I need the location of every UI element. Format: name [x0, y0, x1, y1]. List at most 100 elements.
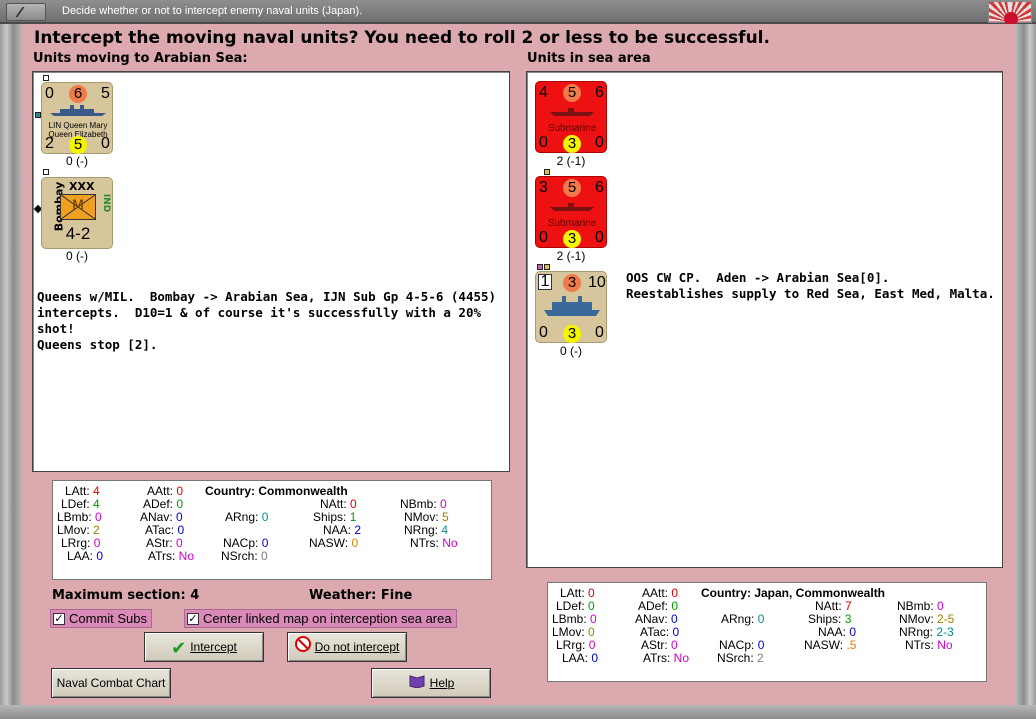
unit-marker-icon — [544, 264, 550, 270]
unit-counter-submarine-2[interactable]: 3 5 6 Submarine 0 3 0 — [535, 176, 607, 248]
stat-aatt: AAtt: 0 — [642, 586, 679, 600]
unit-caption: 2 (-1) — [556, 154, 586, 168]
stat-nrng: NRng: 2-3 — [899, 625, 954, 639]
stat-natt: NAtt: 0 — [320, 497, 357, 511]
moving-units-panel: 0 6 5 LIN Queen Mary Queen Elizabeth 2 5… — [32, 71, 510, 472]
stat-adef: ADef: 0 — [143, 497, 184, 511]
stat-ships: Ships: 3 — [808, 612, 852, 626]
unit-counter-bombay[interactable]: Bombay XXX M IND 4-2 — [41, 177, 113, 249]
stat-nsrch: NSrch: 0 — [221, 549, 268, 563]
center-map-checkbox[interactable]: ✓ Center linked map on interception sea a… — [184, 609, 457, 628]
unit-caption: 0 (-) — [66, 249, 88, 263]
stat-arng: ARng: 0 — [225, 510, 269, 524]
counter-stat: 6 — [595, 84, 604, 101]
stat-lmov: LMov: 0 — [552, 625, 595, 639]
japan-flag-icon — [988, 1, 1032, 26]
stat-astr: AStr: 0 — [641, 638, 678, 652]
player-notes: OOS CW CP. Aden -> Arabian Sea[0]. Reest… — [626, 270, 995, 301]
stat-ntrs: NTrs: No — [905, 638, 953, 652]
stat-latt: LAtt: 0 — [560, 586, 595, 600]
unit-marker-icon — [43, 169, 49, 175]
no-entry-icon — [294, 634, 311, 662]
player-notes: Queens w/MIL. Bombay -> Arabian Sea, IJN… — [37, 289, 497, 352]
intercept-button[interactable]: ✔ Intercept — [144, 632, 264, 662]
counter-name: LIN Queen Mary — [48, 121, 108, 130]
checkmark-icon: ✓ — [187, 613, 199, 625]
stat-nbmb: NBmb: 0 — [400, 497, 447, 511]
branch-letter: M — [72, 198, 85, 214]
counter-stat: 4 — [539, 84, 548, 101]
counter-stat: 0 — [539, 229, 548, 246]
unit-marker-icon — [43, 75, 49, 81]
stat-adef: ADef: 0 — [638, 599, 679, 613]
stat-latt: LAtt: 4 — [65, 484, 100, 498]
counter-stat: 1 — [538, 274, 552, 290]
counter-stat: 0 — [595, 134, 604, 151]
stat-lrrg: LRrg: 0 — [556, 638, 596, 652]
do-not-intercept-button[interactable]: Do not intercept — [287, 632, 407, 662]
help-button[interactable]: Help — [371, 668, 491, 698]
max-section-label: Maximum section: 4 — [52, 588, 200, 603]
stat-atac: ATac: 0 — [640, 625, 680, 639]
dialog-heading: Intercept the moving naval units? You ne… — [34, 28, 770, 48]
stat-lbmb: LBmb: 0 — [57, 510, 102, 524]
mech-symbol-icon: M — [60, 194, 96, 220]
stat-ldef: LDef: 0 — [556, 599, 595, 613]
naval-combat-chart-button[interactable]: Naval Combat Chart — [51, 668, 171, 698]
counter-stat: 3 — [563, 325, 581, 343]
frame-left — [0, 24, 22, 719]
counter-stat: 3 — [563, 135, 581, 153]
unit-counter-queens[interactable]: 0 6 5 LIN Queen Mary Queen Elizabeth 2 5… — [41, 82, 113, 154]
sea-area-stats: LAtt: 0 LDef: 0 LBmb: 0 LMov: 0 LRrg: 0 … — [547, 582, 987, 682]
counter-stat: 0 — [595, 324, 604, 341]
stat-nacp: NACp: 0 — [719, 638, 765, 652]
window-menu-button[interactable] — [6, 3, 46, 21]
unit-caption: 2 (-1) — [556, 249, 586, 263]
unit-counter-cp[interactable]: 1 3 10 0 3 0 — [535, 271, 607, 343]
moving-units-stats: LAtt: 4 LDef: 4 LBmb: 0 LMov: 2 LRrg: 0 … — [52, 480, 492, 580]
stat-nmov: NMov: 5 — [404, 510, 449, 524]
checkmark-icon: ✓ — [53, 613, 65, 625]
unit-marker-icon — [537, 264, 543, 270]
stat-ntrs: NTrs: No — [410, 536, 458, 550]
counter-stat: 3 — [563, 274, 581, 292]
counter-stat: 3 — [539, 179, 548, 196]
counter-stat: 2 — [45, 135, 54, 152]
submarine-icon — [550, 203, 594, 211]
counter-stat: 5 — [101, 85, 110, 102]
nation-label: IND — [101, 193, 112, 213]
stat-nmov: NMov: 2-5 — [899, 612, 955, 626]
counter-stat: 0 — [539, 134, 548, 151]
counter-stat: 6 — [69, 85, 87, 103]
stat-atac: ATac: 0 — [145, 523, 185, 537]
unit-counter-submarine-1[interactable]: 4 5 6 Submarine 0 3 0 — [535, 81, 607, 153]
stat-naa: NAA: 0 — [818, 625, 857, 639]
stat-lrrg: LRrg: 0 — [61, 536, 101, 550]
stat-atrs: ATrs: No — [643, 651, 690, 665]
title-bar: Decide whether or not to intercept enemy… — [0, 0, 1036, 26]
stat-nasw: NASW: .5 — [804, 638, 857, 652]
check-icon: ✔ — [171, 637, 187, 658]
counter-stat: 6 — [595, 179, 604, 196]
counter-strength: 4-2 — [65, 224, 91, 243]
stat-lbmb: LBmb: 0 — [552, 612, 597, 626]
weather-label: Weather: Fine — [309, 588, 413, 603]
counter-stat: 3 — [563, 230, 581, 248]
moving-units-label: Units moving to Arabian Sea: — [33, 51, 248, 66]
stat-nbmb: NBmb: 0 — [897, 599, 944, 613]
counter-stat: 5 — [563, 179, 581, 197]
stat-nacp: NACp: 0 — [223, 536, 269, 550]
frame-right — [1016, 24, 1036, 719]
counter-name: Submarine — [547, 123, 597, 134]
counter-stat: 10 — [588, 274, 606, 291]
stat-anav: ANav: 0 — [635, 612, 678, 626]
sea-area-units-panel: 4 5 6 Submarine 0 3 0 2 (-1) 3 5 6 Subma… — [526, 71, 1003, 568]
stat-aatt: AAtt: 0 — [147, 484, 184, 498]
commit-subs-checkbox[interactable]: ✓ Commit Subs — [50, 609, 153, 628]
counter-stat: 0 — [101, 135, 110, 152]
stat-atrs: ATrs: No — [148, 549, 195, 563]
stat-nrng: NRng: 4 — [404, 523, 449, 537]
country-label: Country: Commonwealth — [205, 484, 348, 498]
stat-nasw: NASW: 0 — [309, 536, 359, 550]
stat-nsrch: NSrch: 2 — [717, 651, 764, 665]
